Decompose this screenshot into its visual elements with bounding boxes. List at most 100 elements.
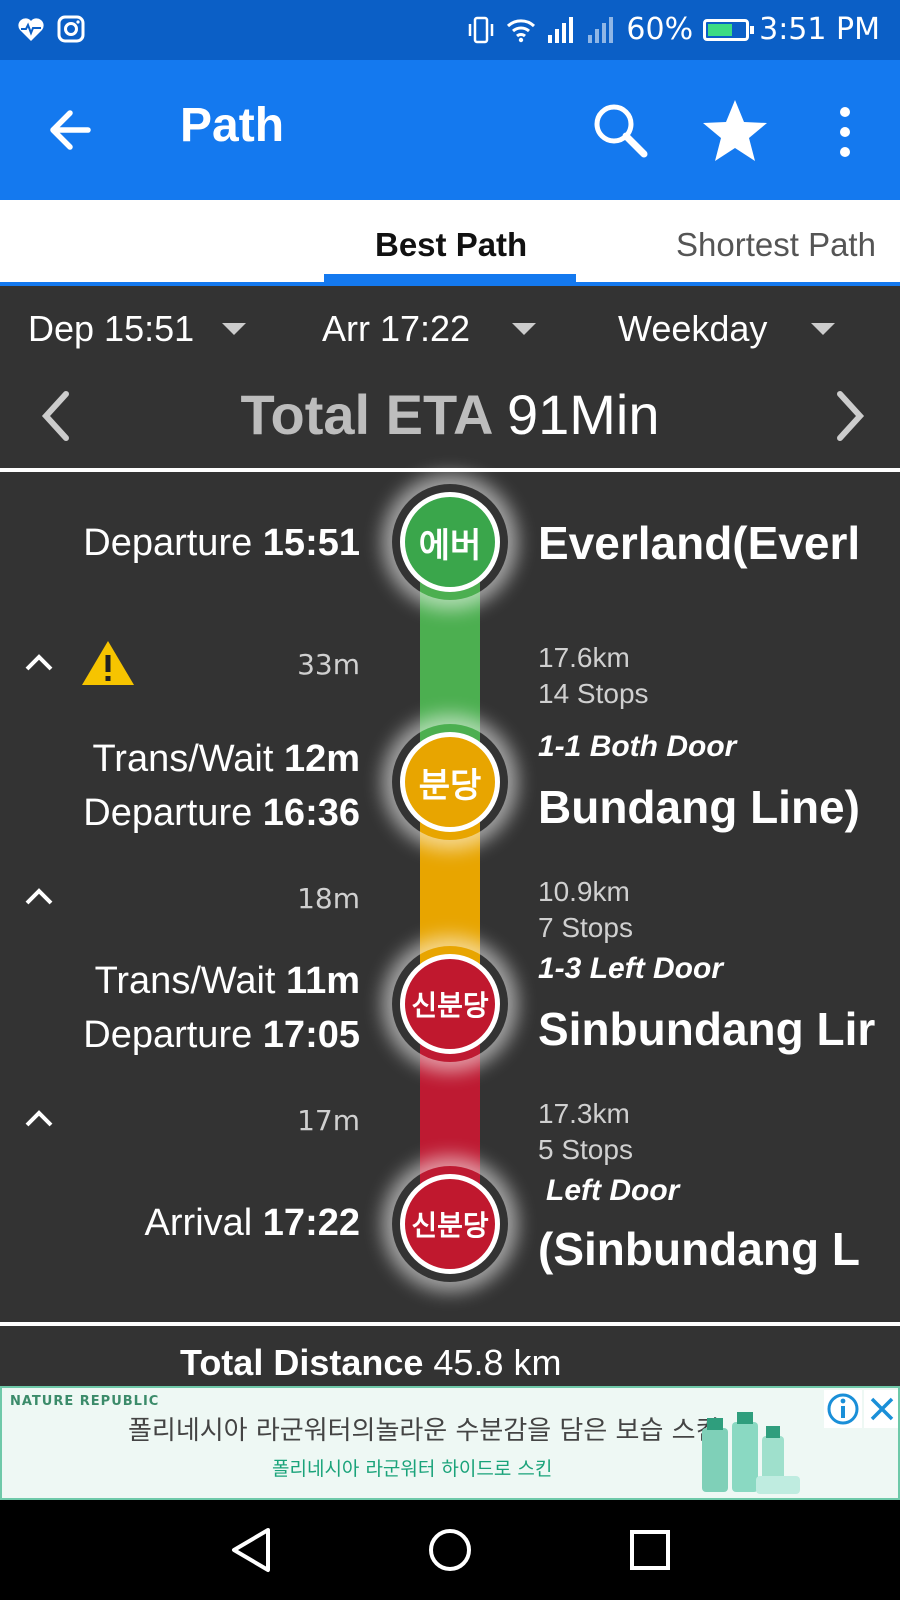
heart-pulse-icon (18, 18, 44, 41)
station-name-row: Everland(Everl (538, 516, 900, 570)
station-badge[interactable]: 신분당 (392, 1166, 508, 1282)
nav-back-icon[interactable] (224, 1522, 280, 1578)
station-name: Bundang Line) (538, 781, 860, 833)
battery-charging-icon (703, 18, 755, 41)
departure-time: 16:36 (262, 792, 360, 834)
segment-distance: 17.3km (538, 1098, 630, 1129)
station-badge[interactable]: 에버 (392, 484, 508, 600)
eta-label: Total ETA (240, 383, 492, 446)
departure-time: 17:05 (262, 1014, 360, 1056)
station-badge[interactable]: 분당 (392, 724, 508, 840)
more-vert-icon[interactable] (828, 102, 862, 162)
status-time: 3:51 PM (759, 12, 880, 47)
station-name-row: (Sinbundang L (538, 1222, 900, 1276)
day-dropdown[interactable]: Weekday (618, 308, 836, 350)
tab-best-path[interactable]: Best Path (375, 226, 527, 264)
station-name-row: Bundang Line) (538, 780, 900, 834)
station-name: (Sinbundang L (538, 1223, 860, 1275)
arrival-dropdown[interactable]: Arr 17:22 (322, 308, 537, 350)
ad-close-icon[interactable] (864, 1390, 900, 1428)
departure-value: Dep 15:51 (28, 308, 195, 349)
chevron-down-icon (811, 323, 836, 335)
segment-duration: 18m (297, 882, 360, 915)
transfer-wait-row: Trans/Wait 12m (93, 738, 361, 781)
departure-label: Departure (83, 792, 253, 834)
station-name: Everland(Everl (538, 517, 861, 569)
back-arrow-icon[interactable] (40, 100, 100, 160)
segment-info: 17.6km 14 Stops (538, 640, 900, 712)
departure-row: Departure 15:51 (83, 522, 360, 565)
ad-headline: 폴리네시아 라군워터의놀라운 수분감을 담은 보습 스킨 (128, 1416, 720, 1446)
ad-info-icon[interactable] (824, 1390, 862, 1428)
door-label: 1-1 Both Door (538, 730, 737, 763)
total-eta: Total ETA 91Min (0, 382, 900, 447)
warning-icon[interactable] (80, 638, 136, 688)
signal-no-sim-icon (588, 16, 614, 43)
eta-row: Total ETA 91Min (0, 382, 900, 452)
collapse-toggle-icon[interactable] (22, 1106, 56, 1130)
segment-info: 17.3km 5 Stops (538, 1096, 900, 1168)
departure-row: Departure 17:05 (83, 1014, 360, 1057)
status-left-icons (16, 14, 86, 44)
total-distance-label: Total Distance (180, 1342, 424, 1383)
arrival-time: 17:22 (262, 1202, 360, 1244)
wait-time: 11m (286, 960, 360, 1002)
fade (860, 516, 900, 570)
collapse-toggle-icon[interactable] (22, 650, 56, 674)
arrival-row: Arrival 17:22 (145, 1202, 360, 1245)
door-info: 1-1 Both Door (538, 730, 900, 764)
chevron-down-icon (222, 323, 247, 335)
ad-brand: NATURE REPUBLIC (10, 1394, 160, 1409)
station-badge-label: 신분당 (411, 989, 489, 1022)
departure-row: Departure 16:36 (83, 792, 360, 835)
ad-subline: 폴리네시아 라군워터 하이드로 스킨 (272, 1458, 553, 1480)
segment-stops: 7 Stops (538, 912, 633, 943)
route-panel: Dep 15:51 Arr 17:22 Weekday Total ETA 91… (0, 286, 900, 1386)
wait-label: Trans/Wait (94, 960, 276, 1002)
collapse-toggle-icon[interactable] (22, 884, 56, 908)
product-image (702, 1412, 800, 1494)
page-title: Path (180, 99, 285, 152)
total-distance-value: 45.8 km (433, 1342, 562, 1383)
status-bar: 60% 3:51 PM (0, 0, 900, 60)
station-badge-label: 신분당 (411, 1209, 489, 1242)
segment-duration: 17m (297, 1104, 360, 1137)
tab-bar: Best Path Shortest Path (0, 200, 900, 286)
chevron-down-icon (512, 323, 537, 335)
station-badge-inner: 신분당 (400, 1174, 500, 1274)
station-badge-label: 에버 (418, 525, 482, 566)
chevron-right-icon[interactable] (830, 388, 870, 444)
divider (0, 468, 900, 472)
door-info: 1-3 Left Door (538, 952, 900, 986)
segment-duration: 33m (297, 648, 360, 681)
nav-recents-icon[interactable] (622, 1522, 678, 1578)
departure-dropdown[interactable]: Dep 15:51 (28, 308, 247, 350)
eta-value: 91Min (506, 383, 660, 446)
vibrate-icon (469, 16, 494, 43)
segment-stops: 5 Stops (538, 1134, 633, 1165)
total-distance: Total Distance 45.8 km (180, 1342, 561, 1384)
station-badge[interactable]: 신분당 (392, 946, 508, 1062)
day-value: Weekday (618, 308, 768, 349)
departure-label: Departure (83, 522, 253, 564)
star-icon[interactable] (700, 96, 770, 166)
segment-distance: 10.9km (538, 876, 630, 907)
nav-home-icon[interactable] (422, 1522, 478, 1578)
departure-label: Departure (83, 1014, 253, 1056)
instagram-icon (57, 15, 85, 43)
wait-label: Trans/Wait (92, 738, 274, 780)
signal-icon (548, 16, 574, 43)
tab-shortest-path[interactable]: Shortest Path (676, 226, 876, 264)
door-info: Left Door (538, 1174, 900, 1208)
station-name-row: Sinbundang Lir (538, 1002, 900, 1056)
station-badge-inner: 신분당 (400, 954, 500, 1054)
search-icon[interactable] (588, 98, 652, 162)
ad-banner[interactable]: NATURE REPUBLIC 폴리네시아 라군워터의놀라운 수분감을 담은 보… (0, 1386, 900, 1500)
wait-time: 12m (283, 738, 360, 780)
divider (0, 1322, 900, 1326)
battery-percent: 60% (626, 12, 694, 47)
station-badge-label: 분당 (418, 765, 482, 806)
transfer-wait-row: Trans/Wait 11m (95, 960, 360, 1003)
tab-indicator (324, 274, 576, 282)
wifi-icon (507, 18, 536, 42)
